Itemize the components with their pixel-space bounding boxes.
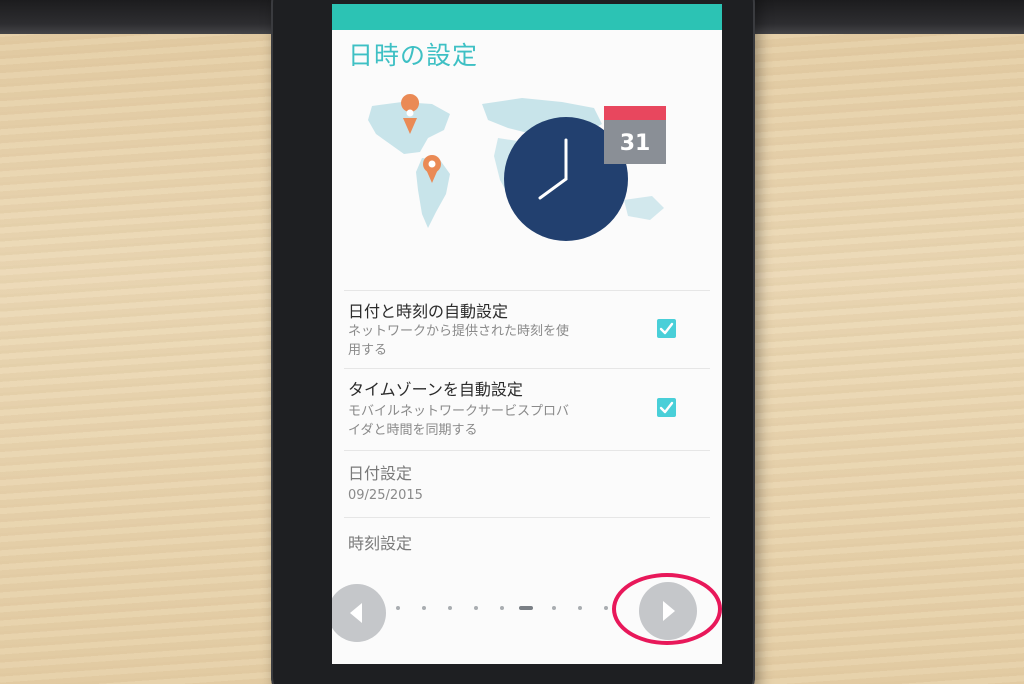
divider bbox=[344, 290, 710, 291]
divider bbox=[344, 517, 710, 518]
auto-datetime-checkbox[interactable] bbox=[657, 319, 676, 338]
calendar-icon: 31 bbox=[604, 106, 666, 164]
auto-timezone-checkbox[interactable] bbox=[657, 398, 676, 417]
setting-date-value: 09/25/2015 bbox=[348, 488, 423, 503]
check-icon bbox=[659, 401, 674, 414]
setting-auto-datetime-title: 日付と時刻の自動設定 bbox=[348, 302, 509, 321]
page-dot bbox=[396, 606, 400, 610]
setting-auto-timezone-desc-2: イダと時間を同期する bbox=[348, 423, 478, 438]
page-dot bbox=[552, 606, 556, 610]
status-bar bbox=[332, 4, 722, 30]
setting-date-title[interactable]: 日付設定 bbox=[348, 460, 412, 484]
page-dot bbox=[474, 606, 478, 610]
setting-time-title[interactable]: 時刻設定 bbox=[348, 530, 412, 554]
divider bbox=[344, 368, 710, 369]
page-dot-active bbox=[519, 606, 533, 610]
page-dot bbox=[604, 606, 608, 610]
divider bbox=[344, 450, 710, 451]
date-time-illustration: 31 bbox=[368, 94, 666, 241]
chevron-left-icon bbox=[350, 603, 362, 623]
page-dot bbox=[448, 606, 452, 610]
page-dot bbox=[578, 606, 582, 610]
page-dot bbox=[500, 606, 504, 610]
setting-auto-datetime-desc-2: 用する bbox=[348, 343, 388, 358]
page-title: 日時の設定 bbox=[348, 41, 479, 70]
calendar-day: 31 bbox=[620, 131, 651, 156]
phone-screen: 日時の設定 31 日付と時刻の自動設定 ネットワークから提供された時刻を使 用す… bbox=[332, 4, 722, 664]
page-dot bbox=[422, 606, 426, 610]
check-icon bbox=[659, 322, 674, 335]
setting-auto-datetime-desc-1: ネットワークから提供された時刻を使 bbox=[348, 324, 570, 339]
annotation-circle bbox=[612, 573, 722, 645]
setting-auto-timezone-title: タイムゾーンを自動設定 bbox=[348, 380, 523, 399]
previous-button[interactable] bbox=[332, 584, 386, 642]
setting-auto-timezone-desc-1: モバイルネットワークサービスプロバ bbox=[348, 404, 570, 419]
